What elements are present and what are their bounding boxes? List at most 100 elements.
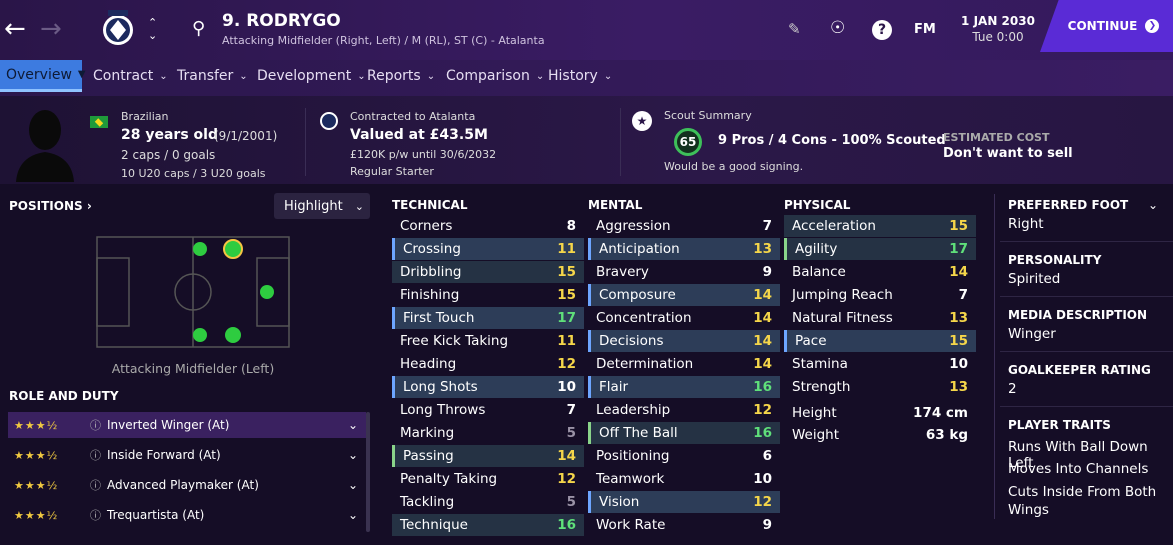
forward-arrow-icon[interactable]: → <box>40 14 62 44</box>
physical-attribute-row[interactable]: Agility 17 <box>784 238 976 260</box>
mental-attribute-row[interactable]: Composure 14 <box>588 284 780 306</box>
mental-attribute-row[interactable]: Concentration 14 <box>588 307 780 329</box>
role-row[interactable]: ★★★½ ⓘ Inside Forward (At) ⌄ <box>8 442 366 468</box>
info-icon[interactable]: ⓘ <box>90 417 101 433</box>
attribute-name: Stamina <box>792 356 848 372</box>
chevron-down-icon[interactable]: ⌄ <box>348 448 366 462</box>
technical-attribute-row[interactable]: Heading 12 <box>392 353 584 375</box>
estimated-cost-label: ESTIMATED COST <box>943 131 1050 144</box>
physical-attribute-row[interactable]: Jumping Reach 7 <box>784 284 976 306</box>
continue-button[interactable]: CONTINUE ❯ <box>1040 0 1173 52</box>
role-list-scrollbar[interactable] <box>366 412 370 532</box>
fm-button[interactable]: FM <box>914 22 936 37</box>
trait-item: Moves Into Channels <box>1008 461 1149 477</box>
chevron-down-icon[interactable]: ⌄ <box>348 418 366 432</box>
technical-attribute-row[interactable]: Tackling 5 <box>392 491 584 513</box>
technical-attribute-row[interactable]: Long Throws 7 <box>392 399 584 421</box>
height-value: 174 cm <box>913 405 968 421</box>
tab-label: Transfer <box>177 68 234 84</box>
estimated-cost: Don't want to sell <box>943 146 1073 161</box>
technical-attribute-row[interactable]: First Touch 17 <box>392 307 584 329</box>
tab-overview[interactable]: Overview ▼ <box>0 60 86 92</box>
divider <box>1000 241 1173 242</box>
chevron-down-icon: ⌄ <box>354 199 364 213</box>
position-dot-selected <box>223 239 243 259</box>
role-row[interactable]: ★★★½ ⓘ Inverted Winger (At) ⌄ <box>8 412 366 438</box>
technical-attribute-row[interactable]: Penalty Taking 12 <box>392 468 584 490</box>
chevron-down-icon[interactable]: ⌄ <box>348 508 366 522</box>
mental-attribute-row[interactable]: Positioning 6 <box>588 445 780 467</box>
role-row[interactable]: ★★★½ ⓘ Advanced Playmaker (At) ⌄ <box>8 472 366 498</box>
trait-item: Cuts Inside From Both Wings <box>1008 484 1157 518</box>
technical-attribute-row[interactable]: Passing 14 <box>392 445 584 467</box>
pencil-icon[interactable]: ✎ <box>788 20 801 38</box>
weight-row: Weight 63 kg <box>784 424 976 446</box>
attribute-value: 7 <box>762 218 772 234</box>
info-icon[interactable]: ⓘ <box>90 477 101 493</box>
attribute-value: 11 <box>557 333 576 349</box>
attribute-value: 13 <box>753 241 772 257</box>
physical-attribute-row[interactable]: Acceleration 15 <box>784 215 976 237</box>
info-icon[interactable]: ⓘ <box>90 507 101 523</box>
mental-attribute-row[interactable]: Work Rate 9 <box>588 514 780 536</box>
attribute-value: 14 <box>753 356 772 372</box>
attribute-name: Long Throws <box>400 402 486 418</box>
attribute-value: 15 <box>557 264 576 280</box>
technical-attribute-row[interactable]: Technique 16 <box>392 514 584 536</box>
mental-attribute-row[interactable]: Off The Ball 16 <box>588 422 780 444</box>
tab-history[interactable]: History ⌄ <box>542 60 618 92</box>
divider <box>1000 406 1173 407</box>
technical-attribute-row[interactable]: Dribbling 15 <box>392 261 584 283</box>
tab-development[interactable]: Development ⌄ <box>251 60 372 92</box>
mental-attribute-row[interactable]: Aggression 7 <box>588 215 780 237</box>
physical-attribute-row[interactable]: Balance 14 <box>784 261 976 283</box>
technical-attribute-row[interactable]: Crossing 11 <box>392 238 584 260</box>
mental-attribute-row[interactable]: Flair 16 <box>588 376 780 398</box>
attribute-value: 14 <box>557 448 576 464</box>
player-switch-chevrons[interactable]: ⌃ ⌄ <box>148 16 157 42</box>
continue-arrow-icon: ❯ <box>1145 19 1160 33</box>
search-icon[interactable]: ⚲ <box>192 18 205 39</box>
mental-attribute-row[interactable]: Decisions 14 <box>588 330 780 352</box>
attribute-value: 14 <box>753 333 772 349</box>
media-description: Winger <box>1008 326 1056 342</box>
back-arrow-icon[interactable]: ← <box>4 14 26 44</box>
mental-attribute-row[interactable]: Vision 12 <box>588 491 780 513</box>
mental-attribute-row[interactable]: Determination 14 <box>588 353 780 375</box>
tab-contract[interactable]: Contract ⌄ <box>87 60 174 92</box>
tab-transfer[interactable]: Transfer ⌄ <box>171 60 254 92</box>
info-icon[interactable]: ⓘ <box>90 447 101 463</box>
tab-reports[interactable]: Reports ⌄ <box>361 60 441 92</box>
physical-attribute-row[interactable]: Natural Fitness 13 <box>784 307 976 329</box>
attribute-name: Concentration <box>596 310 692 326</box>
club-crest-icon[interactable] <box>102 8 134 50</box>
scout-rating-badge[interactable]: 65 <box>674 128 702 156</box>
technical-attribute-row[interactable]: Free Kick Taking 11 <box>392 330 584 352</box>
technical-attribute-row[interactable]: Marking 5 <box>392 422 584 444</box>
role-row[interactable]: ★★★½ ⓘ Trequartista (At) ⌄ <box>8 502 366 528</box>
positions-heading[interactable]: POSITIONS › <box>9 199 92 213</box>
highlight-dropdown[interactable]: Highlight ⌄ <box>274 193 370 219</box>
personality: Spirited <box>1008 271 1061 287</box>
scout-rating: 65 <box>679 135 697 149</box>
physical-attribute-row[interactable]: Stamina 10 <box>784 353 976 375</box>
physical-attribute-row[interactable]: Pace 15 <box>784 330 976 352</box>
player-name: 9. RODRYGO <box>222 11 341 31</box>
attribute-value: 7 <box>958 287 968 303</box>
mental-attribute-row[interactable]: Anticipation 13 <box>588 238 780 260</box>
help-icon[interactable]: ? <box>872 20 892 40</box>
chevron-down-icon[interactable]: ⌄ <box>348 478 366 492</box>
mental-attribute-row[interactable]: Bravery 9 <box>588 261 780 283</box>
mental-attribute-row[interactable]: Leadership 12 <box>588 399 780 421</box>
technical-attribute-row[interactable]: Long Shots 10 <box>392 376 584 398</box>
physical-attribute-row[interactable]: Strength 13 <box>784 376 976 398</box>
attribute-name: Corners <box>400 218 453 234</box>
contract-club: Contracted to Atalanta <box>350 110 476 123</box>
chevron-down-icon[interactable]: ⌄ <box>1148 198 1158 212</box>
player-avatar <box>14 104 76 182</box>
technical-attribute-row[interactable]: Corners 8 <box>392 215 584 237</box>
technical-attribute-row[interactable]: Finishing 15 <box>392 284 584 306</box>
mental-attribute-row[interactable]: Teamwork 10 <box>588 468 780 490</box>
globe-icon[interactable]: ☉ <box>830 18 845 38</box>
tab-comparison[interactable]: Comparison ⌄ <box>440 60 550 92</box>
